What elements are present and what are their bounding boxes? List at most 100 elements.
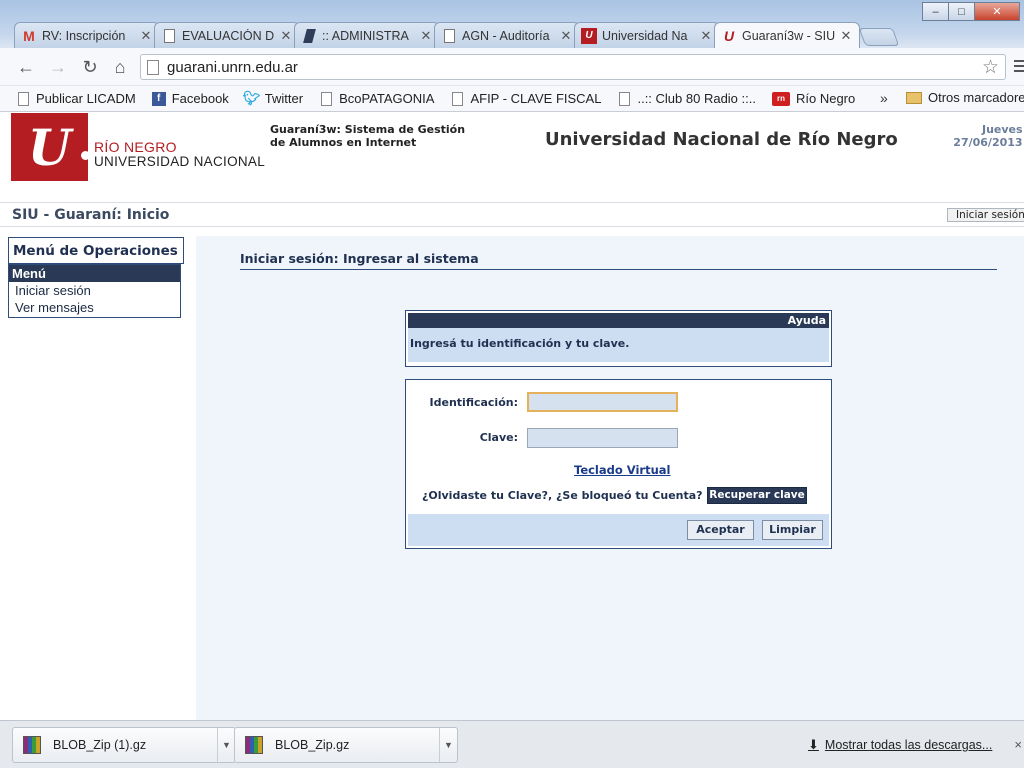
- bookmark-club80[interactable]: ..:: Club 80 Radio ::..: [617, 91, 756, 106]
- close-window-button[interactable]: ✕: [974, 2, 1020, 21]
- window-controls: – □ ✕: [922, 2, 1020, 21]
- url-text: guarani.unrn.edu.ar: [167, 58, 298, 76]
- logo-line-1: RÍO NEGRO: [94, 139, 177, 155]
- help-text: Ingresá tu identificación y tu clave.: [408, 328, 829, 362]
- teclado-virtual-link[interactable]: Teclado Virtual: [574, 463, 670, 477]
- section-title: Iniciar sesión: Ingresar al sistema: [240, 251, 997, 270]
- iniciar-sesion-button[interactable]: Iniciar sesión: [947, 208, 1024, 222]
- home-icon[interactable]: ⌂: [108, 55, 132, 79]
- new-tab-button[interactable]: [858, 28, 900, 46]
- minimize-button[interactable]: –: [922, 2, 949, 21]
- site-header: U RÍO NEGRO UNIVERSIDAD NACIONAL Guaraní…: [0, 112, 1024, 202]
- date-day: Jueves: [982, 123, 1023, 136]
- maximize-button[interactable]: □: [948, 2, 975, 21]
- bookmark-label: Facebook: [171, 91, 229, 106]
- show-all-downloads-link[interactable]: ⬇ Mostrar todas las descargas...: [808, 737, 992, 753]
- chevron-down-icon[interactable]: ▼: [439, 728, 457, 762]
- tab-label: Universidad Na: [602, 28, 688, 43]
- tab-gmail[interactable]: M RV: Inscripción ✕: [14, 22, 160, 48]
- tab-strip: M RV: Inscripción ✕ EVALUACIÓN D ✕ :: AD…: [14, 22, 900, 48]
- logo-mark: U: [27, 117, 72, 177]
- system-title: Guaraní3w: Sistema de Gestión de Alumnos…: [270, 123, 466, 149]
- reload-icon[interactable]: ↻: [78, 55, 102, 79]
- page-icon: [147, 59, 159, 75]
- bookmark-label: BcoPATAGONIA: [339, 91, 435, 106]
- bookmark-afip[interactable]: AFIP - CLAVE FISCAL: [450, 91, 601, 106]
- sidebar-item-iniciar-sesion[interactable]: Iniciar sesión: [9, 282, 180, 299]
- download-filename: BLOB_Zip.gz: [275, 738, 350, 752]
- twitter-icon: 🐦︎: [242, 90, 261, 106]
- logo-dot: [81, 151, 90, 160]
- close-icon[interactable]: ✕: [279, 28, 293, 44]
- bookmark-facebook[interactable]: f Facebook: [151, 91, 229, 106]
- page-icon: [450, 91, 464, 106]
- download-filename: BLOB_Zip (1).gz: [53, 738, 147, 752]
- help-header: Ayuda: [408, 313, 829, 328]
- tab-agn[interactable]: AGN - Auditoría ✕: [434, 22, 580, 48]
- operations-menu: Menú Iniciar sesión Ver mensajes: [8, 264, 181, 318]
- bookmark-label: AFIP - CLAVE FISCAL: [470, 91, 602, 106]
- tab-guarani[interactable]: U Guaraní3w - SIU ✕: [714, 22, 860, 48]
- menu-icon[interactable]: [1014, 60, 1024, 75]
- bookmark-bcopatagonia[interactable]: BcoPATAGONIA: [319, 91, 434, 106]
- download-item[interactable]: BLOB_Zip.gz ▼: [234, 727, 458, 763]
- tab-label: AGN - Auditoría: [462, 28, 550, 43]
- title-bar: M RV: Inscripción ✕ EVALUACIÓN D ✕ :: AD…: [0, 0, 1024, 48]
- more-bookmarks-chevron-icon[interactable]: »: [880, 90, 888, 106]
- bookmark-twitter[interactable]: 🐦︎ Twitter: [242, 90, 303, 106]
- bookmark-label: Río Negro: [795, 91, 856, 106]
- tab-administra[interactable]: :: ADMINISTRA ✕: [294, 22, 440, 48]
- unrn-logo: U: [11, 113, 90, 181]
- recuperar-clave-button[interactable]: Recuperar clave: [707, 487, 807, 504]
- clave-input[interactable]: [527, 428, 678, 448]
- tab-label: :: ADMINISTRA: [322, 28, 409, 43]
- gmail-icon: M: [23, 27, 35, 44]
- tab-evaluacion[interactable]: EVALUACIÓN D ✕: [154, 22, 300, 48]
- close-icon[interactable]: ✕: [559, 28, 573, 44]
- close-icon[interactable]: ✕: [839, 28, 853, 44]
- tab-label: EVALUACIÓN D: [182, 28, 275, 43]
- identificacion-input[interactable]: [527, 392, 678, 412]
- facebook-icon: f: [151, 91, 166, 106]
- close-icon[interactable]: ✕: [139, 28, 153, 44]
- bookmark-label: Publicar LICADM: [36, 91, 136, 106]
- tab-label: RV: Inscripción: [42, 28, 126, 43]
- logo-line-2: UNIVERSIDAD NACIONAL: [94, 154, 266, 169]
- browser-toolbar: ← → ↻ ⌂ guarani.unrn.edu.ar ☆: [0, 48, 1024, 86]
- back-arrow-icon[interactable]: ←: [14, 55, 38, 79]
- bookmark-publicar[interactable]: Publicar LICADM: [16, 91, 136, 106]
- limpiar-button[interactable]: Limpiar: [762, 520, 823, 540]
- date-value: 27/06/2013: [953, 136, 1023, 149]
- tab-universidad[interactable]: U Universidad Na ✕: [574, 22, 720, 48]
- help-panel: Ayuda Ingresá tu identificación y tu cla…: [405, 310, 832, 367]
- star-icon[interactable]: ☆: [982, 56, 999, 79]
- archive-icon: [245, 736, 263, 754]
- admin-icon: [301, 28, 317, 44]
- downloads-bar: BLOB_Zip (1).gz ▼ BLOB_Zip.gz ▼ ⬇ Mostra…: [0, 720, 1024, 768]
- bookmarks-bar: Publicar LICADM f Facebook 🐦︎ Twitter Bc…: [0, 86, 1024, 112]
- close-icon[interactable]: ✕: [699, 28, 713, 44]
- forward-arrow-icon[interactable]: →: [46, 55, 70, 79]
- page-icon: [16, 91, 30, 106]
- main-content: Iniciar sesión: Ingresar al sistema Ayud…: [196, 236, 1024, 720]
- sidebar-item-ver-mensajes[interactable]: Ver mensajes: [9, 299, 180, 316]
- unrn-icon: U: [581, 27, 597, 44]
- form-actions: Aceptar Limpiar: [408, 514, 829, 546]
- other-bookmarks[interactable]: Otros marcadores: [906, 90, 1024, 105]
- identificacion-label: Identificación:: [429, 396, 518, 409]
- chevron-down-icon[interactable]: ▼: [217, 728, 235, 762]
- web-page: U RÍO NEGRO UNIVERSIDAD NACIONAL Guaraní…: [0, 112, 1024, 720]
- sidebar: Menú de Operaciones Menú Iniciar sesión …: [0, 228, 192, 720]
- download-item[interactable]: BLOB_Zip (1).gz ▼: [12, 727, 236, 763]
- close-icon[interactable]: ×: [1014, 737, 1022, 752]
- page-icon: [617, 91, 631, 106]
- unrn-icon: U: [723, 27, 735, 44]
- bookmark-rio-negro[interactable]: rn Río Negro: [771, 91, 856, 106]
- forgot-password-text: ¿Olvidaste tu Clave?, ¿Se bloqueó tu Cue…: [422, 489, 703, 502]
- menu-header: Menú: [9, 265, 180, 282]
- login-form: Identificación: Clave: Teclado Virtual ¿…: [405, 379, 832, 549]
- address-bar[interactable]: guarani.unrn.edu.ar ☆: [140, 54, 1006, 80]
- current-date: Jueves 27/06/2013: [952, 123, 1023, 149]
- close-icon[interactable]: ✕: [419, 28, 433, 44]
- aceptar-button[interactable]: Aceptar: [687, 520, 754, 540]
